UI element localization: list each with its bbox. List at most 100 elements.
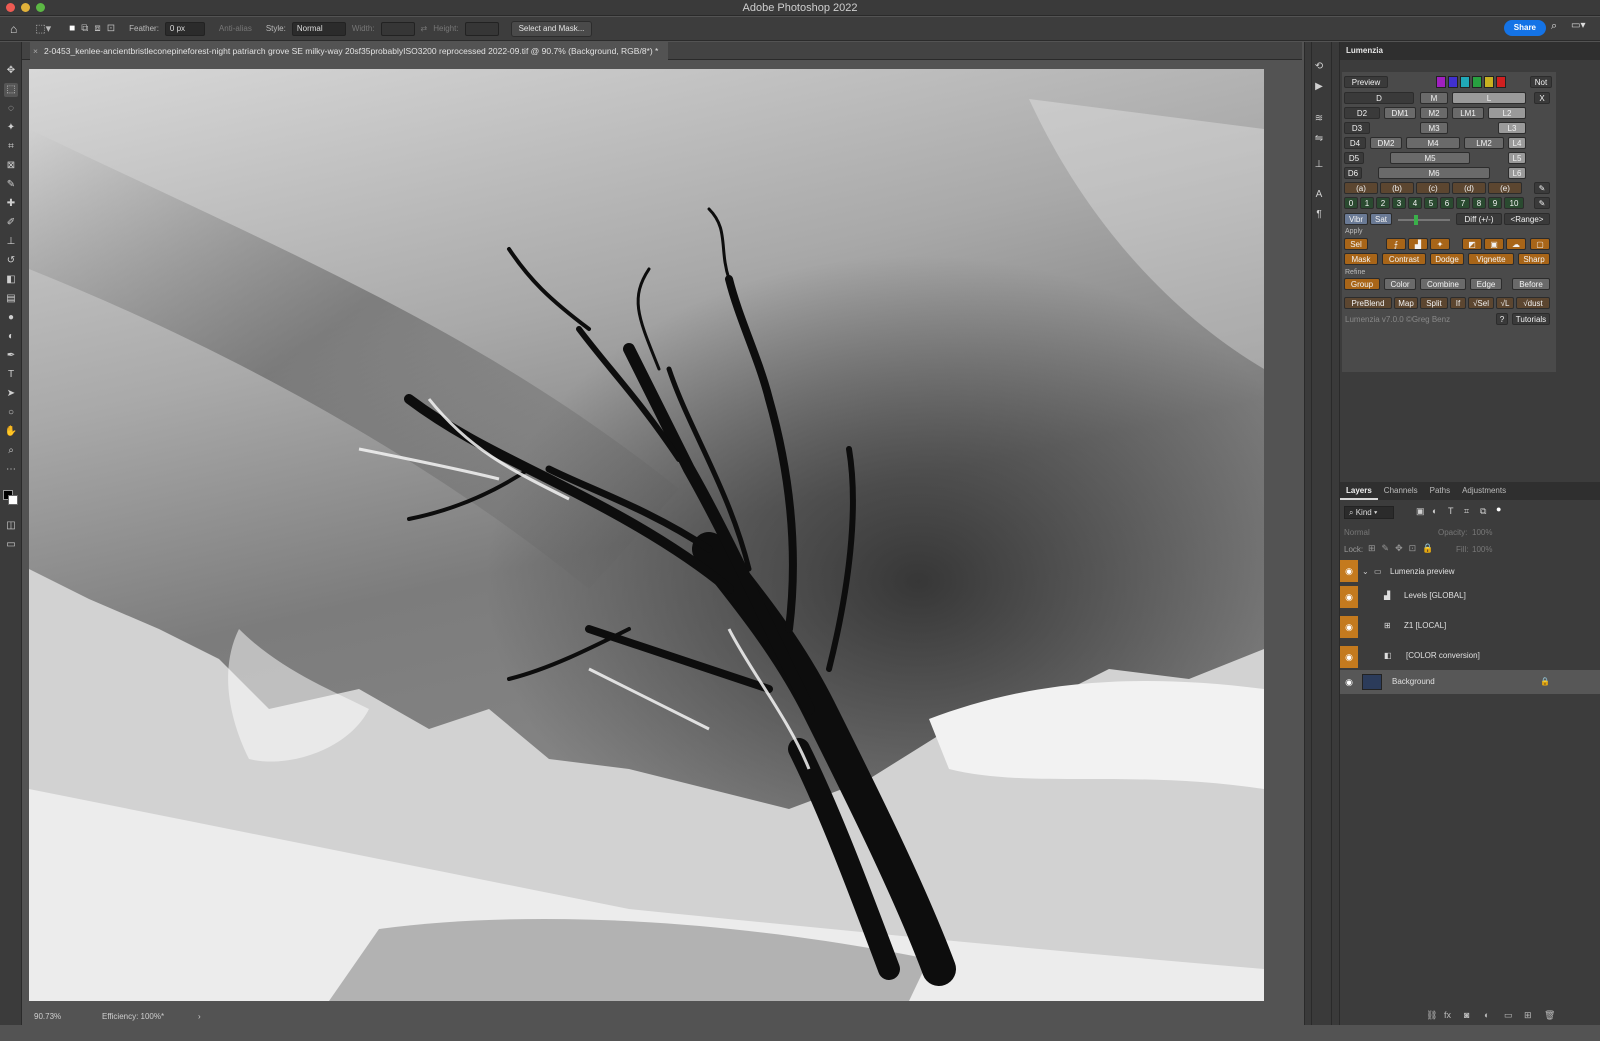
m2-button[interactable]: M2 xyxy=(1420,107,1448,119)
zoom-tool-icon[interactable]: ⌕ xyxy=(4,444,18,458)
link-layers-icon[interactable]: ⛓ xyxy=(1426,1010,1437,1021)
map-button[interactable]: Map xyxy=(1394,297,1418,309)
more-tools-icon[interactable]: ⋯ xyxy=(4,463,18,477)
lock-icons[interactable]: ⊞✎✥⊡🔒 xyxy=(1368,543,1439,554)
blend-mode-select[interactable]: Normal xyxy=(1344,526,1434,539)
home-icon[interactable]: ⌂ xyxy=(10,22,17,36)
num-2-button[interactable]: 2 xyxy=(1376,197,1390,209)
m5-button[interactable]: M5 xyxy=(1390,152,1470,164)
add-selection-icon[interactable]: ⧉ xyxy=(81,23,88,34)
visibility-eye-icon[interactable]: ◉ xyxy=(1340,560,1358,582)
num-8-button[interactable]: 8 xyxy=(1472,197,1486,209)
d6-button[interactable]: D6 xyxy=(1344,167,1362,179)
zone-b-button[interactable]: (b) xyxy=(1380,182,1414,194)
color-picker-icon[interactable]: ✎ xyxy=(1534,197,1550,209)
hand-tool-icon[interactable]: ✋ xyxy=(4,425,18,439)
edge-button[interactable]: Edge xyxy=(1470,278,1502,290)
move-tool-icon[interactable]: ✥ xyxy=(4,64,18,78)
layer-name[interactable]: Lumenzia preview xyxy=(1390,560,1454,584)
clone-source-icon[interactable]: ⊥ xyxy=(1311,158,1327,172)
magic-wand-icon[interactable]: ✦ xyxy=(4,121,18,135)
m3-button[interactable]: M3 xyxy=(1420,122,1448,134)
layer-row-lumenzia-preview[interactable]: ◉ ⌄ ▭ Lumenzia preview xyxy=(1340,560,1600,584)
saturation-slider-handle[interactable] xyxy=(1414,215,1418,225)
width-input[interactable] xyxy=(380,21,415,36)
layer-row-background[interactable]: ◉ Background 🔒 xyxy=(1340,670,1600,694)
zone-e-button[interactable]: (e) xyxy=(1488,182,1522,194)
num-5-button[interactable]: 5 xyxy=(1424,197,1438,209)
intersect-selection-icon[interactable]: ⊡ xyxy=(107,23,115,34)
l2-button[interactable]: L2 xyxy=(1488,107,1526,119)
visibility-eye-icon[interactable]: ◉ xyxy=(1340,586,1358,608)
l6-button[interactable]: L6 xyxy=(1508,167,1526,179)
sharp-button[interactable]: Sharp xyxy=(1518,253,1550,265)
green-swatch[interactable] xyxy=(1472,76,1482,88)
kind-filter-select[interactable]: ⌕ Kind ▾ xyxy=(1344,506,1394,519)
feather-input[interactable]: 0 px xyxy=(164,21,205,36)
path-selection-icon[interactable]: ➤ xyxy=(4,387,18,401)
layer-row-levels-global[interactable]: ◉ ▟ Levels [GLOBAL] xyxy=(1340,584,1600,608)
sat-button[interactable]: Sat xyxy=(1370,213,1392,225)
healing-brush-icon[interactable]: ✚ xyxy=(4,197,18,211)
red-swatch[interactable] xyxy=(1496,76,1506,88)
d2-button[interactable]: D2 xyxy=(1344,107,1380,119)
blue-swatch[interactable] xyxy=(1448,76,1458,88)
close-window-button[interactable] xyxy=(6,3,15,12)
m4-button[interactable]: M4 xyxy=(1406,137,1460,149)
marquee-preset-icon[interactable]: ⬚▾ xyxy=(35,22,51,35)
zone-c-button[interactable]: (c) xyxy=(1416,182,1450,194)
history-brush-icon[interactable]: ↺ xyxy=(4,254,18,268)
num-0-button[interactable]: 0 xyxy=(1344,197,1358,209)
swap-icon[interactable]: ⇄ xyxy=(421,24,428,33)
antialias-checkbox-label[interactable]: Anti-alias xyxy=(219,24,252,33)
d-button[interactable]: D xyxy=(1344,92,1414,104)
shape-filter-icon[interactable]: ⌗ xyxy=(1464,506,1469,517)
zone-a-button[interactable]: (a) xyxy=(1344,182,1378,194)
tab-channels[interactable]: Channels xyxy=(1378,482,1424,500)
help-button[interactable]: ? xyxy=(1496,313,1508,325)
new-selection-icon[interactable]: ■ xyxy=(69,23,75,34)
dodge-button[interactable]: Dodge xyxy=(1430,253,1464,265)
share-button[interactable]: Share xyxy=(1503,20,1546,36)
new-adjustment-icon[interactable]: ◐ xyxy=(1484,1010,1489,1020)
pixel-filter-icon[interactable]: ▣ xyxy=(1416,506,1425,517)
frame-tool-icon[interactable]: ⊠ xyxy=(4,159,18,173)
close-tab-icon[interactable]: × xyxy=(33,42,38,60)
character-icon[interactable]: A xyxy=(1311,188,1327,202)
blur-tool-icon[interactable]: ● xyxy=(4,311,18,325)
visibility-eye-icon[interactable]: ◉ xyxy=(1340,646,1358,668)
actions-play-icon[interactable]: ▶ xyxy=(1311,80,1327,94)
l5-button[interactable]: L5 xyxy=(1508,152,1526,164)
color-button[interactable]: Color xyxy=(1384,278,1416,290)
tab-adjustments[interactable]: Adjustments xyxy=(1456,482,1512,500)
m-button[interactable]: M xyxy=(1420,92,1448,104)
saturation-slider[interactable] xyxy=(1398,219,1450,221)
dm2-button[interactable]: DM2 xyxy=(1370,137,1402,149)
preblend-button[interactable]: PreBlend xyxy=(1344,297,1392,309)
select-and-mask-button[interactable]: Select and Mask... xyxy=(510,20,593,37)
num-3-button[interactable]: 3 xyxy=(1392,197,1406,209)
range-button[interactable]: <Range> xyxy=(1504,213,1550,225)
background-color-swatch[interactable] xyxy=(8,495,18,505)
sel-button[interactable]: Sel xyxy=(1344,238,1368,250)
dodge-burn-icon[interactable]: ✦ xyxy=(1430,238,1450,250)
num-7-button[interactable]: 7 xyxy=(1456,197,1470,209)
tab-layers[interactable]: Layers xyxy=(1340,482,1378,500)
layer-style-icon[interactable]: fx xyxy=(1444,1010,1451,1020)
zone-d-button[interactable]: (d) xyxy=(1452,182,1486,194)
combine-button[interactable]: Combine xyxy=(1420,278,1466,290)
document-tab[interactable]: × 2-0453_kenlee-ancientbristleconepinefo… xyxy=(30,42,669,60)
cyan-swatch[interactable] xyxy=(1460,76,1470,88)
expand-chevron-icon[interactable]: ⌄ xyxy=(1362,560,1369,584)
type-filter-icon[interactable]: T xyxy=(1448,506,1454,516)
m6-button[interactable]: M6 xyxy=(1378,167,1490,179)
preview-select[interactable]: Preview xyxy=(1344,76,1388,88)
d4-button[interactable]: D4 xyxy=(1344,137,1366,149)
crop-tool-icon[interactable]: ⌗ xyxy=(4,140,18,154)
num-10-button[interactable]: 10 xyxy=(1504,197,1524,209)
l-button[interactable]: L xyxy=(1452,92,1526,104)
visibility-eye-icon[interactable]: ◉ xyxy=(1340,671,1358,693)
smart-object-filter-icon[interactable]: ⧉ xyxy=(1480,506,1486,517)
check-dust-button[interactable]: √dust xyxy=(1516,297,1550,309)
type-tool-icon[interactable]: T xyxy=(4,368,18,382)
